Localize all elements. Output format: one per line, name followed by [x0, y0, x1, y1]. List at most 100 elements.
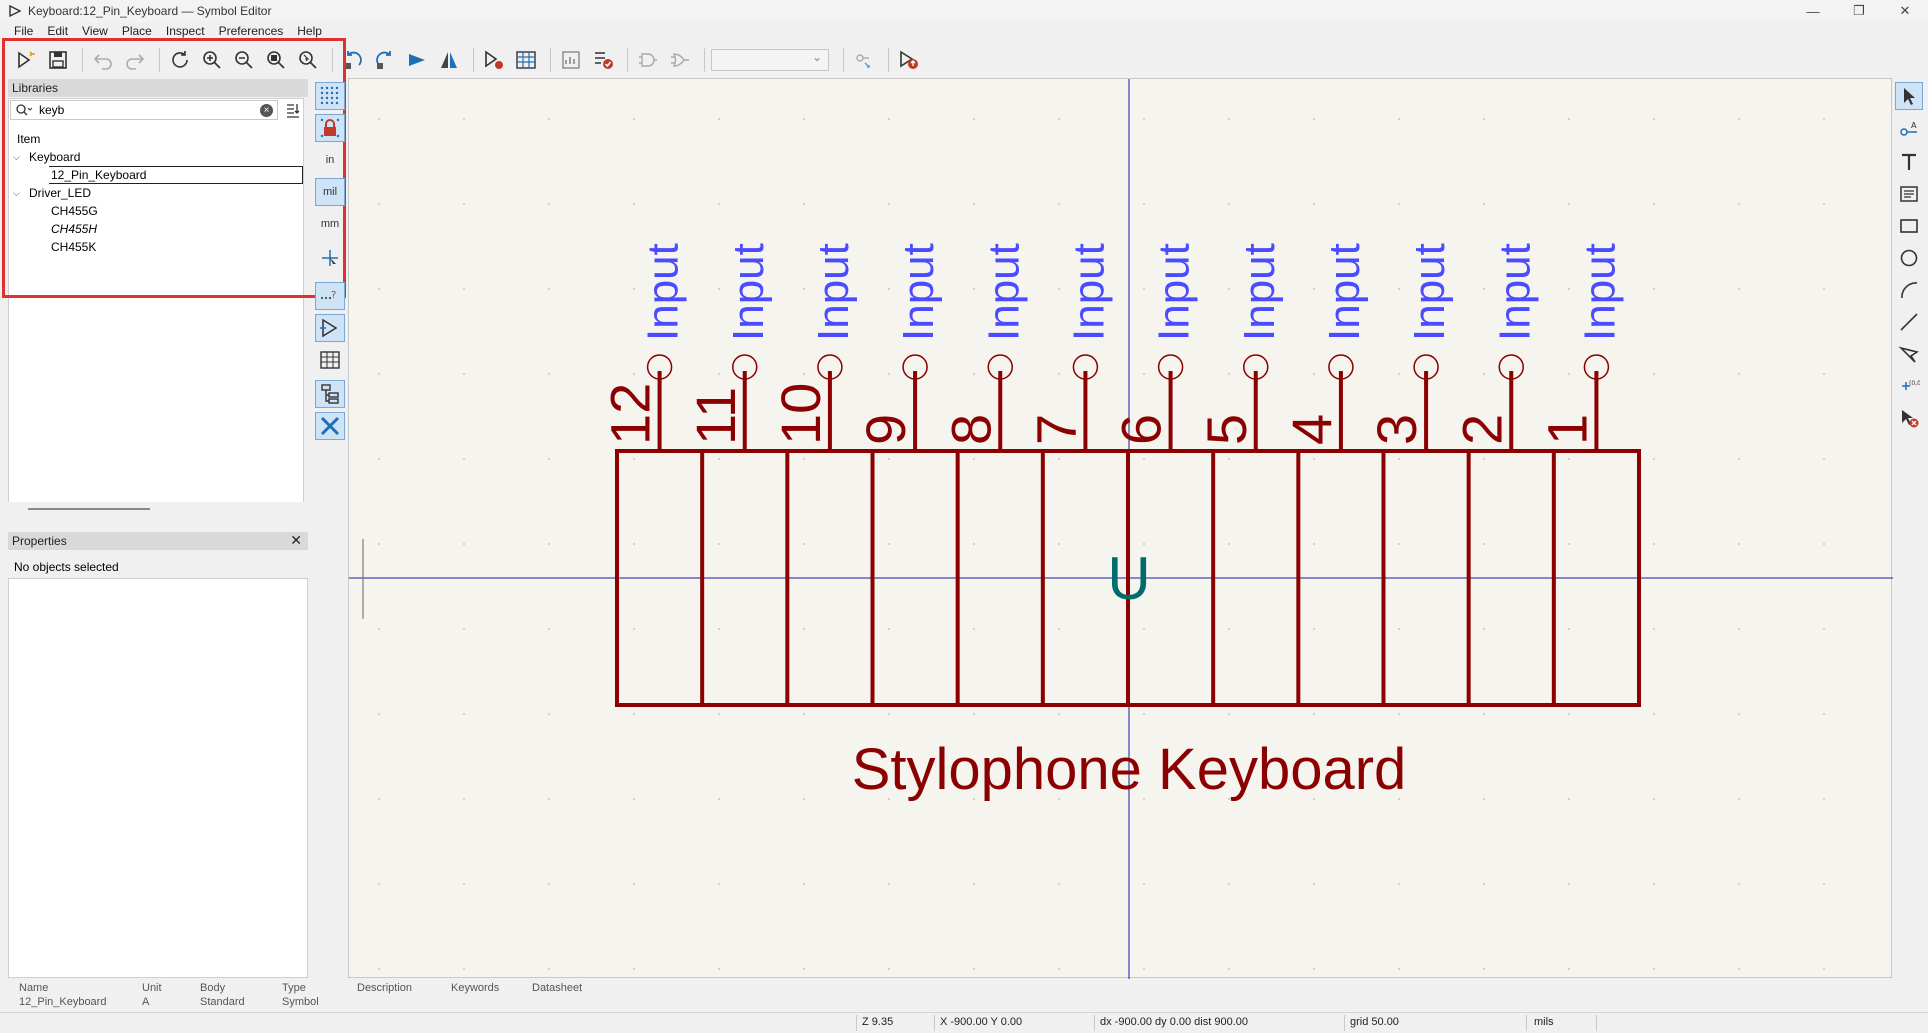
set-anchor-button[interactable]: (0,0) [1895, 372, 1923, 400]
grid-dot [1738, 713, 1740, 715]
grid-dot [1313, 968, 1315, 970]
info-header-type: Type [282, 982, 306, 994]
add-textbox-button[interactable] [1895, 180, 1923, 208]
refresh-button[interactable] [166, 46, 194, 74]
grid-dot [1313, 118, 1315, 120]
grid-dot [1653, 118, 1655, 120]
grid-dot [718, 628, 720, 630]
grid-dot [633, 543, 635, 545]
grid-dot [1143, 288, 1145, 290]
sort-button[interactable] [282, 100, 304, 120]
grid-dot [1228, 628, 1230, 630]
zoom-in-button[interactable] [198, 46, 226, 74]
grid-dot [803, 968, 805, 970]
select-tool-button[interactable] [1895, 82, 1923, 110]
rotate-cw-button[interactable] [371, 46, 399, 74]
load-symbol-button[interactable] [895, 46, 923, 74]
menu-help[interactable]: Help [297, 24, 322, 38]
units-mm-button[interactable]: mm [315, 210, 345, 238]
menu-file[interactable]: File [14, 24, 33, 38]
properties-panel-toggle-button[interactable] [315, 412, 345, 440]
grid-dot [378, 713, 380, 715]
show-hidden-pins-button[interactable]: ? [315, 282, 345, 310]
add-rectangle-button[interactable] [1895, 212, 1923, 240]
add-line-button[interactable] [1895, 308, 1923, 336]
tree-item-label: 12_Pin_Keyboard [51, 168, 147, 182]
symbol-properties-button[interactable] [480, 46, 508, 74]
units-mils-button[interactable]: mil [315, 178, 345, 206]
reference-designator[interactable]: U [1107, 545, 1150, 612]
simulation-button[interactable] [557, 46, 585, 74]
grid-dot [548, 373, 550, 375]
symbol-value-label[interactable]: Stylophone Keyboard [852, 737, 1407, 802]
maximize-button[interactable]: ❐ [1836, 0, 1882, 22]
menu-inspect[interactable]: Inspect [166, 24, 205, 38]
new-symbol-button[interactable] [12, 46, 40, 74]
add-text-button[interactable] [1895, 148, 1923, 176]
add-polygon-button[interactable] [1895, 340, 1923, 368]
search-icon [16, 104, 33, 116]
grid-dot [548, 968, 550, 970]
tree-item-label: CH455K [51, 240, 97, 254]
grid-override-button[interactable] [315, 114, 345, 142]
redo-button[interactable] [121, 46, 149, 74]
grid-dot [1058, 373, 1060, 375]
close-button[interactable]: ✕ [1882, 0, 1928, 22]
drawing-canvas[interactable]: Input 12 Input 11 Input 10 Input 9 Input 8 Input 7 I… [348, 78, 1893, 979]
pin-sync-button[interactable] [850, 46, 878, 74]
load-symbol-icon [900, 50, 918, 69]
undo-button[interactable] [89, 46, 117, 74]
zoom-fit-button[interactable] [262, 46, 290, 74]
menu-place[interactable]: Place [122, 24, 152, 38]
add-pin-button[interactable]: A [1895, 116, 1923, 144]
tree-group-keyboard[interactable]: ⌵ Keyboard [13, 148, 80, 166]
rotate-ccw-button[interactable] [339, 46, 367, 74]
grid-dot [463, 203, 465, 205]
minimize-button[interactable]: — [1790, 0, 1836, 22]
grid-dot [633, 798, 635, 800]
grid-dot [548, 543, 550, 545]
chevron-down-icon: ⌵ [13, 151, 20, 162]
cursor-crosshair-button[interactable] [315, 244, 345, 272]
pin-table-button[interactable] [512, 46, 540, 74]
grid-dot [1398, 458, 1400, 460]
deMorgan-standard-button[interactable] [634, 46, 662, 74]
zoom-object-button[interactable] [294, 46, 322, 74]
close-properties-icon[interactable]: ✕ [290, 532, 302, 549]
grid-dot [973, 628, 975, 630]
tree-group-driver-led[interactable]: ⌵ Driver_LED [13, 184, 91, 202]
grid-dot [1143, 203, 1145, 205]
horizontal-scrollbar[interactable] [28, 508, 150, 510]
grid-dot [1483, 458, 1485, 460]
mirror-vertical-button[interactable] [435, 46, 463, 74]
check-symbol-button[interactable] [589, 46, 617, 74]
menu-edit[interactable]: Edit [47, 24, 68, 38]
polygon-icon [1898, 346, 1919, 363]
add-circle-button[interactable] [1895, 244, 1923, 272]
mirror-horizontal-button[interactable] [403, 46, 431, 74]
grid-toggle-button[interactable] [315, 82, 345, 110]
unit-select[interactable] [711, 49, 829, 71]
symbol-table-button[interactable] [315, 346, 345, 374]
deMorgan-alternate-button[interactable] [666, 46, 694, 74]
tree-item-ch455g[interactable]: CH455G [51, 202, 98, 220]
deMorgan-alternate-icon [671, 53, 689, 67]
zoom-out-button[interactable] [230, 46, 258, 74]
units-inches-button[interactable]: in [315, 146, 345, 174]
grid-dot [463, 628, 465, 630]
grid-dot [1823, 968, 1825, 970]
show-pin-electrical-type-button[interactable] [315, 314, 345, 342]
tree-item-ch455h[interactable]: CH455H [51, 220, 97, 238]
tree-item-12-pin-keyboard[interactable]: 12_Pin_Keyboard [49, 166, 303, 184]
add-arc-button[interactable] [1895, 276, 1923, 304]
grid-dot [1568, 288, 1570, 290]
hierarchy-navigator-button[interactable] [315, 380, 345, 408]
tree-item-ch455k[interactable]: CH455K [51, 238, 96, 256]
delete-tool-button[interactable] [1895, 404, 1923, 432]
clear-search-icon[interactable]: × [260, 104, 273, 117]
library-search-input[interactable]: keyb × [10, 100, 278, 120]
save-button[interactable] [44, 46, 72, 74]
info-header-datasheet: Datasheet [532, 982, 583, 994]
menu-preferences[interactable]: Preferences [219, 24, 284, 38]
menu-view[interactable]: View [82, 24, 108, 38]
